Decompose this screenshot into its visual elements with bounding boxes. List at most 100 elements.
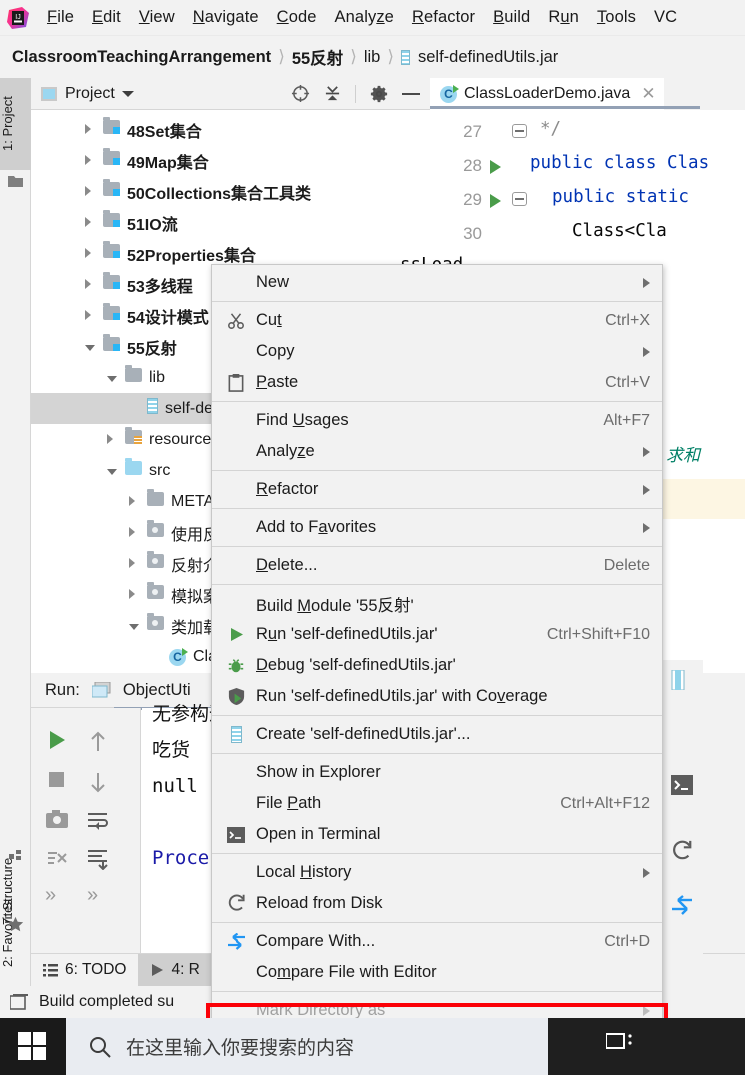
bottom-tab-todo[interactable]: 6: TODO xyxy=(31,954,138,987)
tree-twisty-collapsed-icon[interactable] xyxy=(85,183,103,201)
context-menu-item-run-self-definedutils-jar[interactable]: Run 'self-definedUtils.jar' Ctrl+Shift+F1… xyxy=(212,619,662,650)
build-icon xyxy=(10,993,29,1011)
tree-twisty-expanded-icon[interactable] xyxy=(107,462,125,480)
context-menu-item-add-to-favorites[interactable]: Add to Favorites xyxy=(212,512,662,543)
submenu-arrow-icon xyxy=(643,484,650,495)
menu-view[interactable]: View xyxy=(130,6,184,29)
context-menu[interactable]: New Cut Ctrl+X Copy Paste Ctrl+V Find Usages Al… xyxy=(211,264,663,1075)
minimize-icon[interactable] xyxy=(402,91,420,97)
tree-twisty-collapsed-icon[interactable] xyxy=(85,307,103,325)
tree-row[interactable]: 51IO流 xyxy=(31,207,430,238)
context-menu-item-create-self-definedutils-jar[interactable]: Create 'self-definedUtils.jar'... xyxy=(212,719,662,750)
tree-twisty-collapsed-icon[interactable] xyxy=(85,152,103,170)
breadcrumb-segment-lib[interactable]: lib xyxy=(364,48,381,67)
tree-twisty-collapsed-icon[interactable] xyxy=(129,524,147,542)
menu-vcs[interactable]: VC xyxy=(645,6,686,29)
compare-icon[interactable] xyxy=(671,895,695,919)
run-panel-gutter: » » xyxy=(31,708,141,953)
tree-twisty-collapsed-icon[interactable] xyxy=(129,555,147,573)
stop-icon[interactable] xyxy=(45,768,71,794)
tree-twisty-expanded-icon[interactable] xyxy=(107,369,125,387)
menu-build[interactable]: Build xyxy=(484,6,539,29)
context-menu-item-local-history[interactable]: Local History xyxy=(212,857,662,888)
breadcrumb-segment-project[interactable]: ClassroomTeachingArrangement xyxy=(12,48,271,67)
down-icon[interactable] xyxy=(87,770,113,796)
menu-code[interactable]: Code xyxy=(268,6,326,29)
menu-tools[interactable]: Tools xyxy=(588,6,645,29)
close-icon[interactable]: ✕ xyxy=(641,84,655,104)
soft-wrap-icon[interactable] xyxy=(87,810,113,836)
gear-icon[interactable] xyxy=(370,85,388,103)
tree-twisty-expanded-icon[interactable] xyxy=(85,338,103,356)
expand-more-icon[interactable]: » xyxy=(87,884,113,910)
jar-icon[interactable] xyxy=(671,670,695,694)
menu-navigate[interactable]: Navigate xyxy=(184,6,268,29)
context-menu-item-refactor[interactable]: Refactor xyxy=(212,474,662,505)
fold-marker-icon[interactable] xyxy=(512,124,527,138)
tree-twisty-collapsed-icon[interactable] xyxy=(129,493,147,511)
locate-icon[interactable] xyxy=(291,84,310,103)
tree-twisty-collapsed-icon[interactable] xyxy=(85,245,103,263)
sidebar-item-project-label: 1: Project xyxy=(0,96,15,152)
tree-twisty-expanded-icon[interactable] xyxy=(129,617,147,635)
collapse-all-icon[interactable] xyxy=(324,84,341,103)
tree-twisty-collapsed-icon[interactable] xyxy=(129,586,147,604)
fold-marker-icon[interactable] xyxy=(512,192,527,206)
tree-row[interactable]: 50Collections集合工具类 xyxy=(31,176,430,207)
context-menu-item-show-in-explorer[interactable]: Show in Explorer xyxy=(212,757,662,788)
context-menu-item-build-module-55[interactable]: Build Module '55反射' xyxy=(212,588,662,619)
context-menu-item-cut[interactable]: Cut Ctrl+X xyxy=(212,305,662,336)
context-menu-item-new[interactable]: New xyxy=(212,267,662,298)
tree-twisty-collapsed-icon[interactable] xyxy=(85,276,103,294)
chevron-down-icon[interactable] xyxy=(121,90,134,98)
up-icon[interactable] xyxy=(87,730,113,756)
menu-analyze[interactable]: Analyze xyxy=(326,6,403,29)
context-menu-item-shortcut: Ctrl+V xyxy=(605,373,650,391)
sidebar-item-favorites-label: 2: Favorites xyxy=(0,899,15,967)
tree-twisty-collapsed-icon[interactable] xyxy=(107,431,125,449)
context-menu-item-open-in-terminal[interactable]: Open in Terminal xyxy=(212,819,662,850)
context-menu-item-compare-file-with-editor[interactable]: Compare File with Editor xyxy=(212,957,662,988)
context-menu-item-shortcut: Delete xyxy=(603,556,650,574)
context-menu-separator xyxy=(212,922,662,923)
terminal-icon xyxy=(226,825,246,845)
context-menu-item-copy[interactable]: Copy xyxy=(212,336,662,367)
context-menu-item-compare-with[interactable]: Compare With... Ctrl+D xyxy=(212,926,662,957)
tree-twisty-collapsed-icon[interactable] xyxy=(85,121,103,139)
taskbar-search-box[interactable]: 在这里输入你要搜索的内容 xyxy=(66,1018,626,1075)
editor-tab-underline xyxy=(430,106,700,109)
sidebar-item-project[interactable]: 1: Project xyxy=(0,78,31,170)
run-gutter-icon[interactable] xyxy=(490,194,501,208)
context-menu-item-label: Local History xyxy=(256,863,352,881)
context-menu-item-delete[interactable]: Delete... Delete xyxy=(212,550,662,581)
context-menu-item-run-self-definedutils-jar-with-coverage[interactable]: Run 'self-definedUtils.jar' with Coverag… xyxy=(212,681,662,712)
scroll-to-end-icon[interactable] xyxy=(87,848,113,874)
breadcrumb-segment-file[interactable]: self-definedUtils.jar xyxy=(418,48,558,67)
reload-icon[interactable] xyxy=(671,840,695,864)
windows-start-icon[interactable] xyxy=(0,1018,66,1075)
context-menu-item-file-path[interactable]: File Path Ctrl+Alt+F12 xyxy=(212,788,662,819)
line-number: 28 xyxy=(463,156,482,175)
tree-row[interactable]: 48Set集合 xyxy=(31,114,430,145)
terminal-icon[interactable] xyxy=(671,775,695,799)
context-menu-item-find-usages[interactable]: Find Usages Alt+F7 xyxy=(212,405,662,436)
run-icon[interactable] xyxy=(45,728,71,754)
menu-refactor[interactable]: Refactor xyxy=(403,6,484,29)
menu-file[interactable]: File xyxy=(38,6,83,29)
run-gutter-icon[interactable] xyxy=(490,160,501,174)
menu-run[interactable]: Run xyxy=(539,6,588,29)
breadcrumb-segment-module[interactable]: 55反射 xyxy=(292,45,343,69)
expand-more-icon[interactable]: » xyxy=(45,884,71,910)
bottom-tab-run[interactable]: 4: R xyxy=(138,953,212,987)
context-menu-item-analyze[interactable]: Analyze xyxy=(212,436,662,467)
sidebar-item-favorites[interactable]: 2: Favorites xyxy=(0,878,31,988)
context-menu-item-reload-from-disk[interactable]: Reload from Disk xyxy=(212,888,662,919)
context-menu-item-paste[interactable]: Paste Ctrl+V xyxy=(212,367,662,398)
tree-row[interactable]: 49Map集合 xyxy=(31,145,430,176)
context-menu-separator xyxy=(212,584,662,585)
menu-edit[interactable]: Edit xyxy=(83,6,130,29)
camera-icon[interactable] xyxy=(45,808,71,834)
rerun-failed-icon[interactable] xyxy=(45,848,71,874)
context-menu-item-debug-self-definedutils-jar[interactable]: Debug 'self-definedUtils.jar' xyxy=(212,650,662,681)
tree-twisty-collapsed-icon[interactable] xyxy=(85,214,103,232)
